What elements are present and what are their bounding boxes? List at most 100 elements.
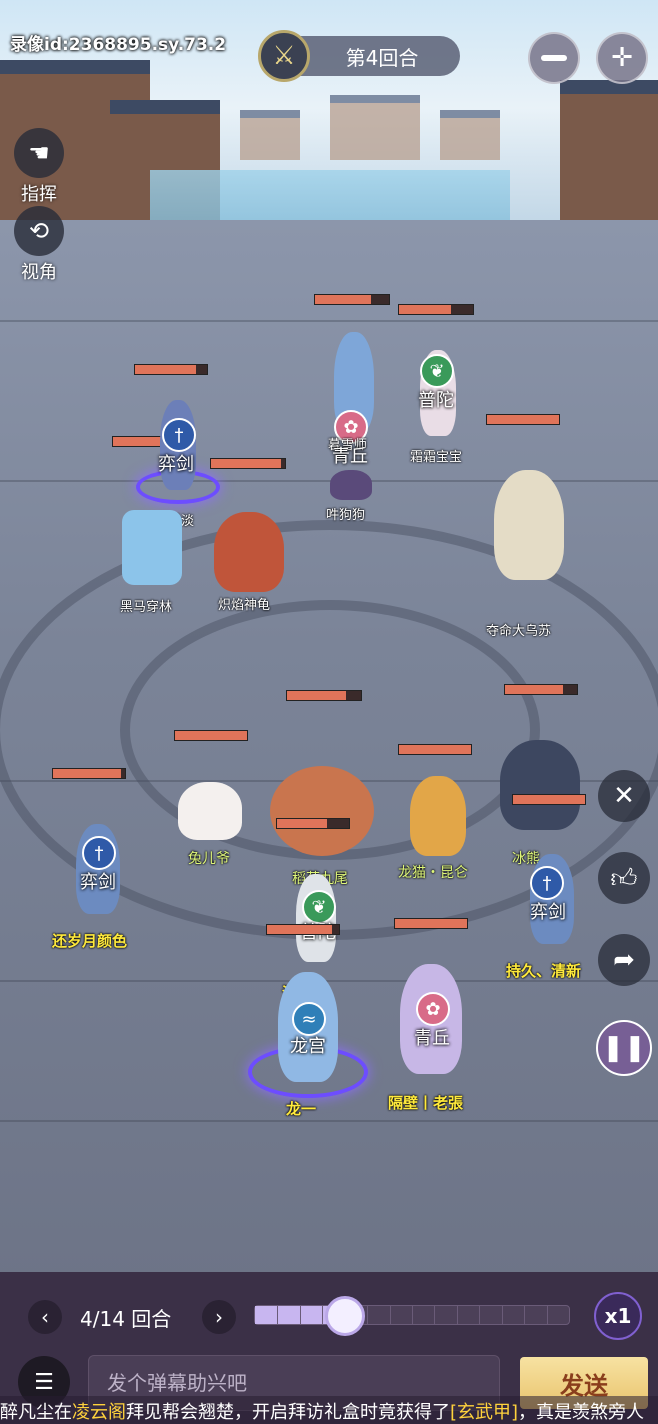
round-tick bbox=[456, 1306, 458, 1324]
background-pagoda bbox=[330, 95, 420, 160]
ticker-mid: 拜见帮会翘楚，开启拜访礼盒时竟获得了 bbox=[126, 1402, 450, 1423]
unit-name: 隔壁丨老張 bbox=[388, 1094, 464, 1112]
minus-icon bbox=[541, 55, 567, 61]
camera-angle-button[interactable]: ⟲ 视角 bbox=[12, 206, 66, 284]
hp-bar bbox=[314, 294, 390, 305]
leaf-school-icon: ❦ bbox=[420, 354, 454, 388]
round-tick bbox=[501, 1306, 503, 1324]
unit-enemy-turtle[interactable]: 炽焰神龟 bbox=[204, 456, 314, 616]
chevron-right-icon: › bbox=[215, 1305, 223, 1329]
camera-angle-label: 视角 bbox=[21, 262, 57, 283]
speed-button[interactable]: x1 bbox=[594, 1292, 642, 1340]
unit-name: 龙猫・昆仑 bbox=[398, 865, 468, 881]
hp-bar bbox=[52, 768, 126, 779]
share-button[interactable]: ➦ bbox=[598, 934, 650, 986]
share-arrow-icon: ➦ bbox=[613, 945, 635, 975]
round-tick bbox=[412, 1306, 413, 1324]
unit-school: 龙宫 bbox=[290, 1036, 326, 1057]
unit-enemy-duoming[interactable]: 夺命大乌苏 bbox=[470, 410, 590, 640]
hp-bar bbox=[276, 818, 350, 829]
round-progress-slider[interactable] bbox=[254, 1296, 570, 1336]
command-label: 指挥 bbox=[21, 184, 57, 205]
unit-name: 持久、清新 bbox=[506, 962, 582, 980]
sword-school-icon: † bbox=[530, 866, 564, 900]
unit-name: 吽狗狗 bbox=[326, 508, 366, 523]
hp-bar bbox=[504, 684, 578, 695]
unit-enemy-qingqiu[interactable]: ✿ 暮雪师 青丘 吽狗狗 bbox=[312, 292, 402, 523]
pause-icon: ❚❚ bbox=[602, 1033, 646, 1063]
hp-bar bbox=[398, 744, 472, 755]
round-tick bbox=[322, 1306, 324, 1324]
crosshair-icon: ✛ bbox=[611, 43, 633, 73]
camera-angle-icon: ⟲ bbox=[14, 206, 64, 256]
round-tick bbox=[367, 1306, 369, 1324]
replay-id-label: 录像id:2368895.sy.73.2 bbox=[10, 35, 227, 55]
unit-ally-laozhang[interactable]: ✿ 青丘 隔壁丨老張 bbox=[380, 914, 490, 1114]
unit-school: 弈剑 bbox=[530, 902, 566, 923]
unit-ally-huansuiyue[interactable]: † 弈剑 还岁月颜色 bbox=[46, 764, 166, 954]
unit-school: 青丘 bbox=[332, 446, 368, 467]
sword-school-icon: † bbox=[162, 418, 196, 452]
unit-enemy-heima[interactable]: 黑马穿林 bbox=[92, 500, 212, 620]
unit-sprite bbox=[122, 510, 182, 585]
thumbs-up-icon: 👍︎ bbox=[610, 863, 638, 894]
unit-school: 普陀 bbox=[418, 390, 454, 411]
unit-name: 霜霜宝宝 bbox=[410, 450, 463, 465]
slider-thumb[interactable] bbox=[324, 1296, 365, 1336]
unit-sprite bbox=[178, 782, 242, 840]
hand-icon: ☚ bbox=[14, 128, 64, 178]
like-button[interactable]: 👍︎ bbox=[598, 852, 650, 904]
round-tick bbox=[434, 1306, 436, 1324]
unit-ally-longyi[interactable]: ≈ 龙宫 龙一 bbox=[244, 922, 374, 1122]
chat-list-icon: ☰ bbox=[34, 1369, 54, 1395]
hp-bar bbox=[174, 730, 248, 741]
unit-ally-rabbit[interactable]: 兔儿爷 bbox=[168, 726, 268, 876]
ticker-prefix: 醉凡尘在 bbox=[0, 1402, 72, 1423]
round-label: 第4回合 bbox=[345, 46, 419, 70]
unit-name: 夺命大乌苏 bbox=[486, 624, 552, 639]
sword-school-icon: † bbox=[82, 836, 116, 870]
pause-button[interactable]: ❚❚ bbox=[596, 1020, 652, 1076]
hp-bar bbox=[512, 794, 586, 805]
hp-bar bbox=[266, 924, 340, 935]
unit-sprite bbox=[214, 512, 284, 592]
hp-bar bbox=[134, 364, 208, 375]
prev-round-button[interactable]: ‹ bbox=[28, 1300, 62, 1334]
background-pagoda bbox=[240, 110, 300, 160]
round-counter: 4/14 回合 bbox=[80, 1307, 172, 1331]
unit-school: 青丘 bbox=[414, 1028, 450, 1049]
dragon-school-icon: ≈ bbox=[292, 1002, 326, 1036]
chevron-left-icon: ‹ bbox=[41, 1305, 49, 1329]
hp-bar bbox=[210, 458, 286, 469]
ticker-item: [玄武甲] bbox=[450, 1402, 519, 1423]
round-tick bbox=[479, 1306, 481, 1324]
round-tick bbox=[389, 1306, 391, 1324]
unit-school: 弈剑 bbox=[80, 872, 116, 893]
background-pagoda bbox=[440, 110, 500, 160]
minimize-button[interactable] bbox=[528, 32, 580, 84]
unit-name: 还岁月颜色 bbox=[52, 932, 128, 950]
crossed-swords-icon: ⚔ bbox=[258, 30, 310, 82]
unit-name: 兔儿爷 bbox=[188, 851, 230, 867]
round-tick bbox=[546, 1306, 548, 1324]
unit-sprite bbox=[410, 776, 466, 856]
round-tick bbox=[299, 1306, 301, 1324]
fullscreen-button[interactable]: ✛ bbox=[596, 32, 648, 84]
unit-school: 弈剑 bbox=[158, 454, 194, 475]
hp-bar bbox=[486, 414, 560, 425]
unit-ally-longmao[interactable]: 龙猫・昆仑 bbox=[396, 740, 496, 890]
close-button[interactable]: ✕ bbox=[598, 770, 650, 822]
lotus-school-icon: ✿ bbox=[416, 992, 450, 1026]
hp-bar bbox=[398, 304, 474, 315]
unit-name: 龙一 bbox=[286, 1100, 317, 1118]
round-tick bbox=[277, 1306, 279, 1324]
next-round-button[interactable]: › bbox=[202, 1300, 236, 1334]
unit-name: 炽焰神龟 bbox=[218, 598, 271, 613]
round-tick bbox=[524, 1306, 526, 1324]
hp-bar bbox=[394, 918, 468, 929]
ticker-place: 凌云阁 bbox=[72, 1402, 126, 1423]
command-button[interactable]: ☚ 指挥 bbox=[12, 128, 66, 206]
unit-sprite bbox=[494, 470, 564, 580]
hp-bar bbox=[286, 690, 362, 701]
announcement-ticker: 醉凡尘在凌云阁拜见帮会翘楚，开启拜访礼盒时竟获得了[玄武甲]，真是羡煞旁人 bbox=[0, 1396, 658, 1424]
